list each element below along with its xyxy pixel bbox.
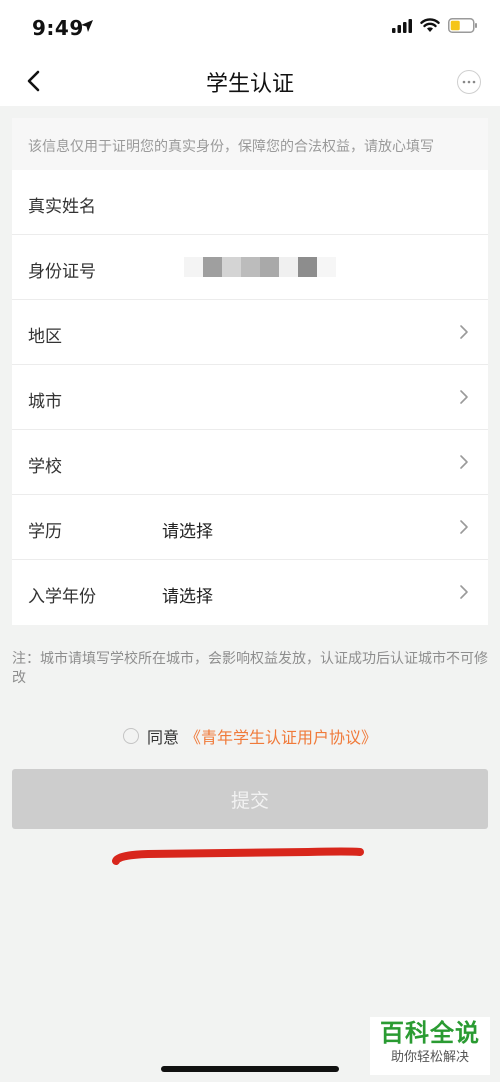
form-row-region[interactable]: 地区: [12, 300, 488, 365]
submit-button[interactable]: 提交: [12, 769, 488, 829]
more-button[interactable]: [457, 70, 481, 94]
watermark-title: 百科全说: [380, 1019, 480, 1047]
student-auth-form: 真实姓名 身份证号 地区 城市 学校 学历 请选择 入学年份 请选择: [12, 170, 488, 625]
education-value: 请选择: [162, 522, 213, 542]
row-label: 真实姓名: [28, 197, 96, 217]
row-label: 学历: [28, 522, 62, 542]
nav-bar: 学生认证: [0, 56, 500, 106]
chevron-right-icon: [460, 390, 468, 404]
agreement-row: 同意 《青年学生认证用户协议》: [0, 724, 500, 748]
city-footnote: 注：城市请填写学校所在城市，会影响权益发放，认证成功后认证城市不可修改: [12, 651, 488, 686]
battery-icon: [448, 18, 477, 33]
agree-label: 同意: [146, 728, 179, 747]
agree-radio[interactable]: [122, 728, 139, 744]
enrollment-year-value: 请选择: [162, 587, 213, 607]
info-notice: 该信息仅用于证明您的真实身份，保障您的合法权益，请放心填写: [12, 118, 488, 170]
chevron-right-icon: [460, 325, 468, 339]
wifi-icon: [420, 18, 440, 32]
agreement-link[interactable]: 《青年学生认证用户协议》: [185, 724, 377, 748]
form-row-enrollment-year[interactable]: 入学年份 请选择: [12, 560, 488, 625]
chevron-right-icon: [460, 455, 468, 469]
signal-icon: [392, 18, 412, 33]
form-row-school[interactable]: 学校: [12, 430, 488, 495]
more-dots-icon: [462, 80, 476, 84]
red-annotation-stroke: [112, 847, 364, 865]
location-arrow-icon: [81, 20, 93, 32]
row-label: 学校: [28, 457, 62, 477]
form-row-id-number[interactable]: 身份证号: [12, 235, 488, 300]
form-row-city[interactable]: 城市: [12, 365, 488, 430]
id-number-masked[interactable]: [184, 257, 336, 277]
status-time: 9:49: [32, 16, 84, 40]
form-row-real-name[interactable]: 真实姓名: [12, 170, 488, 235]
row-label: 城市: [28, 392, 62, 412]
status-bar: 9:49: [0, 0, 500, 56]
row-label: 地区: [28, 327, 62, 347]
status-icons: [392, 18, 478, 33]
page-title: 学生认证: [205, 72, 294, 97]
watermark-subtitle: 助你轻松解决: [390, 1050, 469, 1065]
row-label: 入学年份: [28, 587, 96, 607]
chevron-right-icon: [460, 585, 468, 599]
home-indicator: [161, 1066, 339, 1072]
form-row-education[interactable]: 学历 请选择: [12, 495, 488, 560]
chevron-right-icon: [460, 520, 468, 534]
row-label: 身份证号: [28, 262, 96, 282]
watermark-logo: 百科全说 助你轻松解决: [370, 1017, 490, 1075]
